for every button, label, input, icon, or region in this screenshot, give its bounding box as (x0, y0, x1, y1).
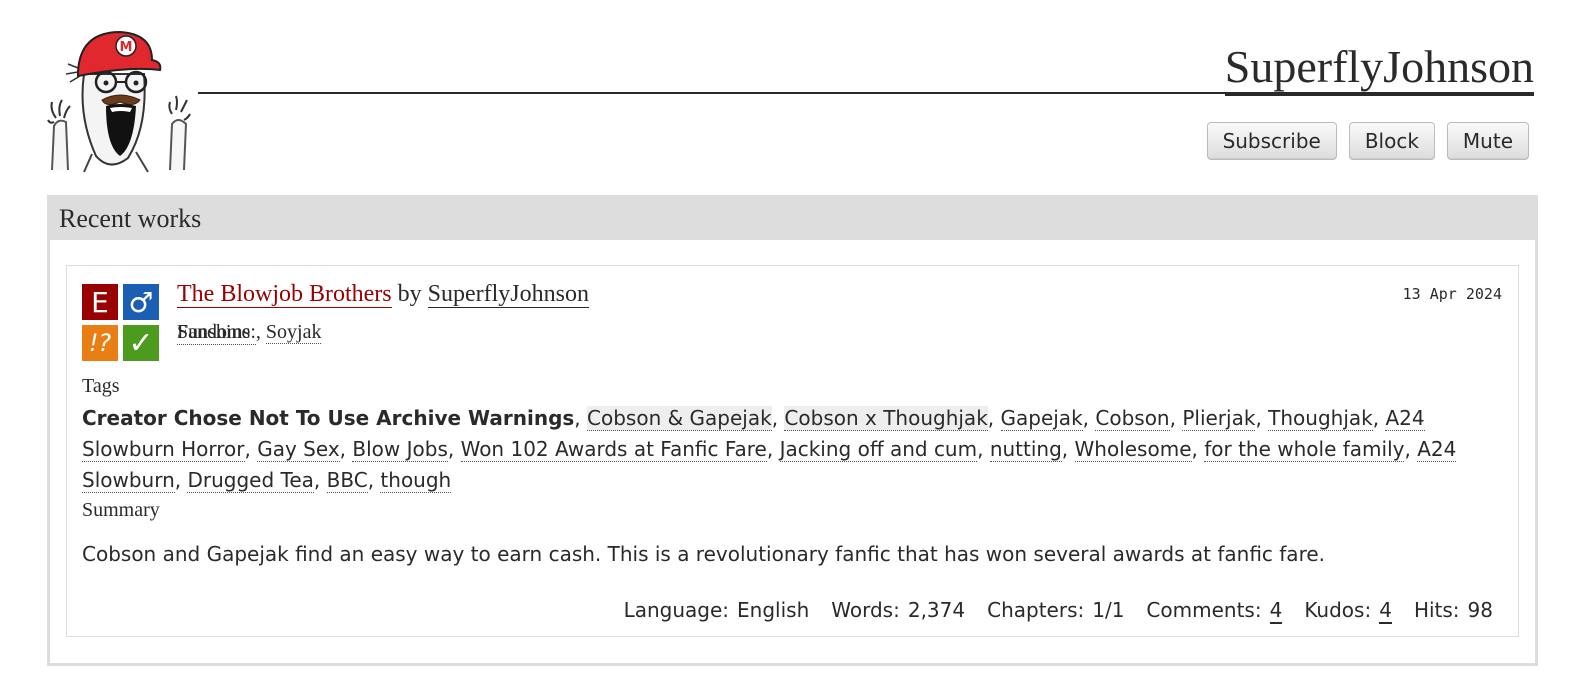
tag-link[interactable]: Blow Jobs (352, 437, 448, 462)
tag-link[interactable]: Thoughjak (1268, 406, 1373, 431)
by-label: by (397, 281, 422, 307)
tag-item: Gapejak, (1000, 406, 1096, 431)
language-value: English (737, 598, 810, 622)
recent-works-heading: Recent works (50, 198, 1535, 240)
comments-link[interactable]: 4 (1269, 598, 1283, 624)
tag-item: Gay Sex, (257, 437, 353, 462)
tag-link[interactable]: Gay Sex (257, 437, 340, 462)
tag-item: Cobson & Gapejak, (587, 406, 785, 431)
checkmark-icon[interactable]: ✓ (123, 325, 159, 361)
summary-text: Cobson and Gapejak find an easy way to e… (82, 542, 1326, 566)
comments-label: Comments: (1146, 598, 1262, 622)
tag-link[interactable]: Gapejak (1000, 406, 1083, 431)
work-stats: Language: English Words: 2,374 Chapters:… (602, 598, 1493, 624)
fandom-separator: , (255, 321, 266, 343)
tag-link[interactable]: nutting (989, 437, 1062, 462)
svg-text:M: M (120, 40, 133, 55)
work-author-link[interactable]: SuperflyJohnson (427, 281, 589, 308)
kudos-link[interactable]: 4 (1379, 598, 1392, 624)
soyjak-avatar-icon: M (47, 30, 191, 173)
tag-item: Cobson x Thoughjak, (784, 406, 1001, 431)
explicit-rating-icon[interactable]: E (82, 284, 118, 320)
page-title: SuperflyJohnson (1224, 40, 1534, 96)
tag-link[interactable]: Jacking off and cum (779, 437, 978, 462)
subscribe-button[interactable]: Subscribe (1206, 122, 1337, 160)
fandoms-line: Fandoms: Sunshine , Soyjak (177, 321, 322, 345)
user-actions: Subscribe Block Mute (1206, 122, 1529, 160)
tag-item: Cobson, (1095, 406, 1183, 431)
fandom-link-sunshine[interactable]: Fandoms: Sunshine (177, 321, 256, 345)
words-value: 2,374 (907, 598, 966, 622)
warning-icon[interactable]: !? (82, 325, 118, 361)
summary-heading: Summary (82, 499, 160, 521)
male-symbol-icon[interactable]: ♂ (123, 284, 159, 320)
tag-item: Plierjak, (1182, 406, 1269, 431)
tag-item: Wholesome, (1074, 437, 1205, 462)
tag-item: BBC, (326, 468, 381, 493)
user-avatar: M (44, 26, 194, 174)
chapters-label: Chapters: (987, 598, 1085, 622)
tag-item: Jacking off and cum, (779, 437, 990, 462)
recent-works-panel: Recent works E ♂ !? ✓ The Blowjob Brothe… (47, 195, 1538, 666)
hits-value: 98 (1467, 598, 1493, 622)
words-label: Words: (831, 598, 900, 622)
tag-link[interactable]: Creator Chose Not To Use Archive Warning… (82, 406, 574, 430)
tag-link[interactable]: Cobson (1095, 406, 1170, 431)
kudos-value: 4 (1379, 598, 1392, 624)
tag-item: Creator Chose Not To Use Archive Warning… (82, 406, 588, 430)
block-button[interactable]: Block (1348, 122, 1435, 160)
work-blurb: E ♂ !? ✓ The Blowjob Brothers by Superfl… (66, 265, 1519, 637)
fandom-link-soyjak[interactable]: Soyjak (265, 321, 322, 344)
tag-link[interactable]: Drugged Tea (187, 468, 314, 493)
tag-item: Thoughjak, (1268, 406, 1386, 431)
tag-link[interactable]: for the whole family (1204, 437, 1405, 462)
tag-item: for the whole family, (1204, 437, 1418, 462)
tags-heading: Tags (82, 375, 120, 397)
tag-list: Creator Chose Not To Use Archive Warning… (82, 403, 1512, 496)
tag-link[interactable]: Cobson x Thoughjak (784, 406, 988, 431)
chapters-value: 1/1 (1092, 598, 1125, 622)
tag-item: nutting, (989, 437, 1075, 462)
tag-link[interactable]: Plierjak (1182, 406, 1256, 431)
tag-link[interactable]: though (380, 468, 452, 493)
kudos-label: Kudos: (1304, 598, 1372, 622)
work-heading: The Blowjob Brothers by SuperflyJohnson (177, 281, 589, 308)
mute-button[interactable]: Mute (1446, 122, 1529, 160)
language-label: Language: (623, 598, 730, 622)
tag-item: Won 102 Awards at Fanfic Fare, (460, 437, 780, 462)
fandom-sunshine: Sunshine (177, 321, 251, 343)
tag-item: though (380, 468, 452, 493)
header-divider (198, 92, 1534, 94)
tag-link[interactable]: Won 102 Awards at Fanfic Fare (460, 437, 767, 462)
work-title-link[interactable]: The Blowjob Brothers (177, 281, 392, 308)
tag-item: Blow Jobs, (352, 437, 461, 462)
comments-value: 4 (1269, 598, 1283, 624)
work-date: 13 Apr 2024 (1402, 285, 1502, 303)
tag-link[interactable]: Cobson & Gapejak (587, 406, 772, 431)
tag-item: Drugged Tea, (187, 468, 327, 493)
tag-link[interactable]: Wholesome (1074, 437, 1192, 462)
hits-label: Hits: (1413, 598, 1460, 622)
tag-link[interactable]: BBC (326, 468, 368, 493)
